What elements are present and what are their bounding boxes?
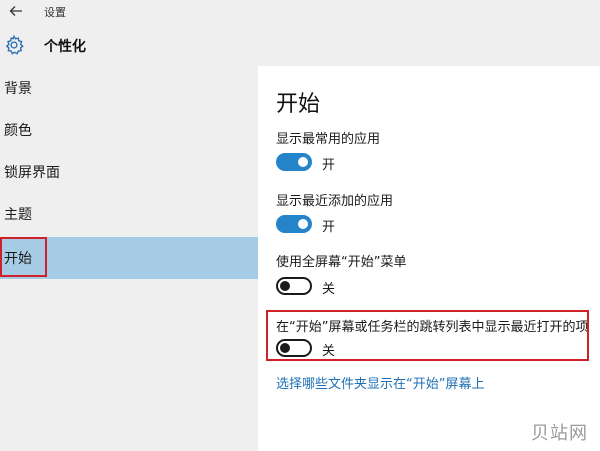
setting-label-full-screen: 使用全屏幕“开始”菜单 [276, 255, 407, 270]
toggle-state-most-used: 开 [322, 158, 336, 173]
arrow-left-icon [9, 6, 22, 16]
toggle-state-full-screen: 关 [322, 282, 336, 297]
back-button[interactable] [6, 2, 26, 20]
toggle-recently-added[interactable] [276, 215, 312, 233]
sidebar-item-background[interactable]: 背景 [0, 68, 258, 108]
section-title: 开始 [276, 92, 321, 117]
setting-label-recently-added: 显示最近添加的应用 [276, 194, 394, 209]
sidebar-item-label: 锁屏界面 [4, 165, 60, 181]
sidebar-item-label: 背景 [4, 81, 32, 97]
page-title: 个性化 [44, 39, 86, 55]
sidebar-item-themes[interactable]: 主题 [0, 194, 258, 234]
sidebar-item-label: 主题 [4, 207, 32, 223]
toggle-most-used[interactable] [276, 153, 312, 171]
toggle-state-recently-added: 开 [322, 220, 336, 235]
setting-label-most-used: 显示最常用的应用 [276, 132, 381, 147]
sidebar-item-lock-screen[interactable]: 锁屏界面 [0, 152, 258, 192]
toggle-knob [280, 281, 290, 291]
sidebar-item-colors[interactable]: 颜色 [0, 110, 258, 150]
title-bar: 设置 [0, 0, 600, 22]
gear-icon [5, 34, 24, 55]
watermark: 贝站网 [531, 423, 588, 444]
toggle-knob [298, 157, 308, 167]
app-title: 设置 [44, 6, 66, 19]
toggle-full-screen[interactable] [276, 277, 312, 295]
annotation-highlight-setting [266, 310, 589, 361]
choose-folders-link[interactable]: 选择哪些文件夹显示在“开始”屏幕上 [276, 373, 484, 392]
sidebar-item-label: 颜色 [4, 123, 32, 139]
annotation-highlight-nav [0, 237, 47, 277]
toggle-knob [298, 219, 308, 229]
page-header: 个性化 [0, 22, 600, 66]
main-content: 开始 显示最常用的应用 开 显示最近添加的应用 开 使用全屏幕“开始”菜单 关 … [258, 66, 600, 451]
